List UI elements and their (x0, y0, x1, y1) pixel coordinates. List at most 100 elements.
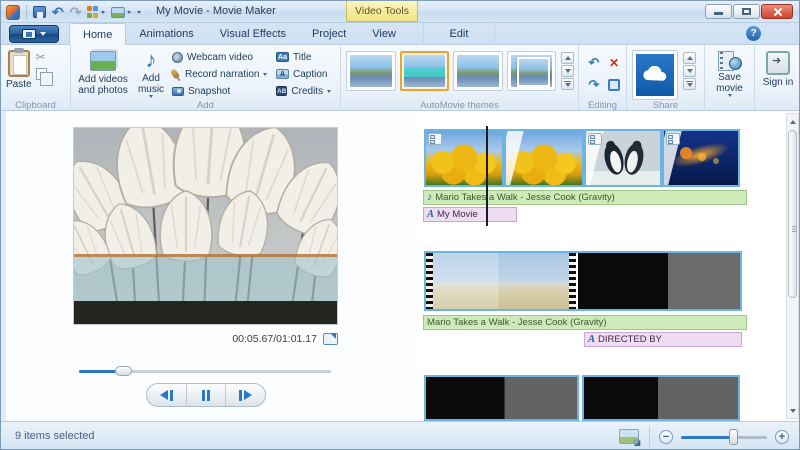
clip-gray[interactable] (668, 253, 740, 309)
clip-tulips-2[interactable] (504, 129, 584, 187)
rotate-left-icon[interactable]: ↶ (585, 53, 603, 73)
clip-jellyfish[interactable] (662, 129, 740, 187)
save-movie-button[interactable]: Save movie (708, 47, 751, 99)
share-quick-button[interactable] (111, 6, 132, 18)
group-share: Share (627, 45, 705, 111)
music-note-icon: ♪ (145, 47, 157, 72)
add-videos-button[interactable]: Add videos and photos (74, 47, 132, 99)
share-scroll-down-button[interactable] (683, 65, 696, 77)
automovie-theme-selected[interactable] (399, 51, 449, 91)
thumbnail-size-icon[interactable] (619, 429, 641, 447)
previous-frame-button[interactable] (147, 384, 187, 406)
beach-thumb (433, 253, 569, 309)
scroll-up-icon[interactable] (787, 115, 798, 128)
help-icon[interactable]: ? (746, 26, 761, 41)
select-all-icon[interactable] (605, 75, 623, 95)
webcam-video-button[interactable]: Webcam video (170, 49, 274, 65)
remove-icon[interactable]: ✕ (605, 53, 623, 73)
seek-thumb[interactable] (115, 366, 132, 376)
tab-project[interactable]: Project (299, 23, 359, 45)
camera-icon (172, 86, 184, 96)
transport-controls (146, 383, 266, 407)
storyboard-pane: ♪ Mario Takes a Walk - Jesse Cook (Gravi… (419, 111, 799, 421)
fullscreen-icon[interactable] (323, 332, 338, 345)
app-icon[interactable] (6, 4, 20, 20)
sign-in-button[interactable]: Sign in (758, 47, 798, 99)
themes-more-button[interactable] (561, 78, 574, 90)
maximize-button[interactable] (733, 4, 760, 19)
music-track-2[interactable]: Mario Takes a Walk - Jesse Cook (Gravity… (423, 315, 747, 330)
paste-icon (7, 48, 30, 77)
snapshot-button[interactable]: Snapshot (170, 83, 274, 99)
clip-beach-filmstrip[interactable] (426, 253, 576, 309)
storyboard-scrollbar[interactable] (786, 113, 799, 419)
minimize-button[interactable] (705, 4, 732, 19)
group-label-share: Share (652, 100, 679, 111)
caption-button[interactable]: A Caption (274, 66, 332, 82)
record-narration-button[interactable]: Record narration (169, 66, 274, 82)
playback-timecode: 00:05.67/01:01.17 (232, 333, 317, 345)
automovie-theme-default[interactable] (346, 51, 396, 91)
title-track-1[interactable]: A My Movie (423, 207, 517, 222)
zoom-control: − + (659, 429, 789, 445)
tab-visual-effects[interactable]: Visual Effects (207, 23, 299, 45)
cut-button[interactable]: ✂ (34, 49, 49, 65)
clip-row3-b[interactable] (582, 375, 740, 421)
automovie-quick-button[interactable] (87, 6, 106, 18)
rotate-right-icon[interactable]: ↷ (585, 75, 603, 95)
music-track-1[interactable]: ♪ Mario Takes a Walk - Jesse Cook (Gravi… (423, 190, 747, 205)
status-bar: 9 items selected − + (1, 421, 799, 449)
film-sprockets (569, 253, 576, 309)
copy-button[interactable] (34, 66, 53, 86)
scroll-down-icon[interactable] (787, 404, 798, 417)
quick-access-toolbar: ↶ ↷ (6, 3, 142, 21)
redo-icon[interactable]: ↷ (70, 5, 82, 19)
playhead[interactable] (486, 126, 488, 226)
title-track-2[interactable]: A DIRECTED BY (584, 332, 742, 347)
paste-button[interactable]: Paste (4, 47, 34, 99)
automovie-theme-fade[interactable] (506, 51, 556, 91)
title-text-icon: A (427, 209, 435, 220)
share-scroll-up-button[interactable] (683, 52, 696, 64)
qat-customize-icon[interactable] (137, 10, 142, 14)
title-bar: ↶ ↷ My Movie - Movie Maker Video Tools (1, 1, 799, 23)
save-movie-icon (717, 51, 742, 71)
themes-scroll-up-button[interactable] (561, 52, 574, 64)
photo-icon (90, 51, 116, 71)
ribbon-tab-row: Home Animations Visual Effects Project V… (1, 23, 799, 45)
save-icon[interactable] (33, 6, 46, 18)
application-menu-button[interactable] (9, 25, 59, 43)
zoom-out-button[interactable]: − (659, 430, 673, 444)
sign-in-icon (766, 51, 790, 75)
tab-edit[interactable]: Edit (422, 23, 495, 45)
chevron-down-icon (101, 10, 106, 14)
scrollbar-thumb[interactable] (788, 130, 797, 298)
close-button[interactable] (761, 4, 793, 19)
pause-button[interactable] (187, 384, 227, 406)
ribbon: Paste ✂ Clipboard Add videos and photos … (1, 45, 799, 111)
tab-home[interactable]: Home (69, 23, 127, 45)
add-music-button[interactable]: ♪ Add music (132, 47, 170, 99)
preview-monitor[interactable] (52, 96, 356, 325)
themes-scroll-down-button[interactable] (561, 65, 574, 77)
zoom-slider-thumb[interactable] (729, 429, 738, 445)
divider (26, 5, 27, 19)
credits-button[interactable]: AB Credits (274, 83, 332, 99)
tab-view[interactable]: View (359, 23, 409, 45)
automovie-theme-pan-zoom[interactable] (453, 51, 503, 91)
chevron-down-icon (263, 72, 268, 76)
seek-slider[interactable] (79, 366, 331, 376)
zoom-in-button[interactable]: + (775, 430, 789, 444)
undo-icon[interactable]: ↶ (52, 5, 64, 19)
clip-black[interactable] (578, 253, 668, 309)
clip-row3-a[interactable] (424, 375, 579, 421)
title-button[interactable]: Aa Title (274, 49, 332, 65)
title-icon: Aa (276, 52, 289, 62)
share-onedrive-button[interactable] (632, 50, 678, 100)
clip-row2-group[interactable] (424, 251, 742, 311)
share-more-button[interactable] (683, 78, 696, 90)
clip-penguins[interactable] (584, 129, 662, 187)
next-frame-button[interactable] (226, 384, 265, 406)
clip-tulips-1[interactable] (424, 129, 504, 187)
tab-animations[interactable]: Animations (126, 23, 206, 45)
